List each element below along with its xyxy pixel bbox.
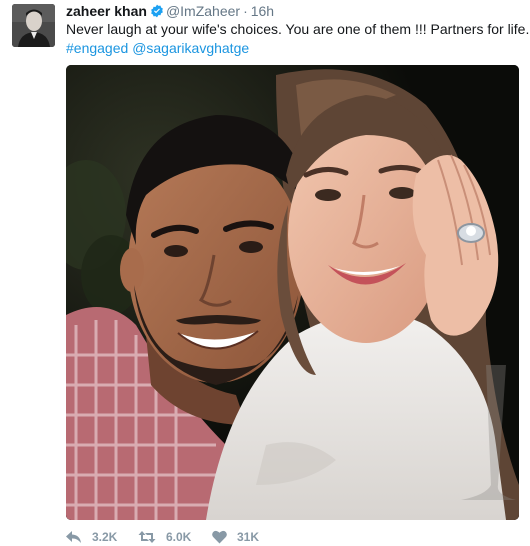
tweet-actions: 3.2K 6.0K 31K <box>66 529 272 545</box>
avatar[interactable] <box>12 4 55 47</box>
user-handle[interactable]: @ImZaheer <box>166 3 240 19</box>
retweet-count: 6.0K <box>166 530 192 544</box>
like-button[interactable]: 31K <box>212 530 272 544</box>
mention-link[interactable]: @sagarikavghatge <box>132 40 249 56</box>
tweet-header: zaheer khan @ImZaheer · 16h <box>66 2 274 20</box>
retweet-icon <box>138 530 156 544</box>
heart-icon <box>212 530 227 544</box>
display-name[interactable]: zaheer khan <box>66 3 147 19</box>
reply-count: 3.2K <box>92 530 118 544</box>
tweet: zaheer khan @ImZaheer · 16h Never laugh at … <box>0 0 530 546</box>
reply-icon <box>66 530 82 544</box>
like-count: 31K <box>237 530 260 544</box>
tweet-links-line: #engaged @sagarikavghatge <box>66 39 516 58</box>
verified-badge-icon <box>150 4 164 18</box>
hashtag-link[interactable]: #engaged <box>66 40 128 56</box>
time-separator: · <box>243 3 248 19</box>
tweet-timestamp[interactable]: 16h <box>251 3 274 19</box>
tweet-text: Never laugh at your wife's choices. You … <box>66 20 530 58</box>
tweet-photo[interactable] <box>66 65 519 520</box>
retweet-button[interactable]: 6.0K <box>138 530 212 544</box>
tweet-body: Never laugh at your wife's choices. You … <box>66 21 530 37</box>
reply-button[interactable]: 3.2K <box>66 530 138 544</box>
